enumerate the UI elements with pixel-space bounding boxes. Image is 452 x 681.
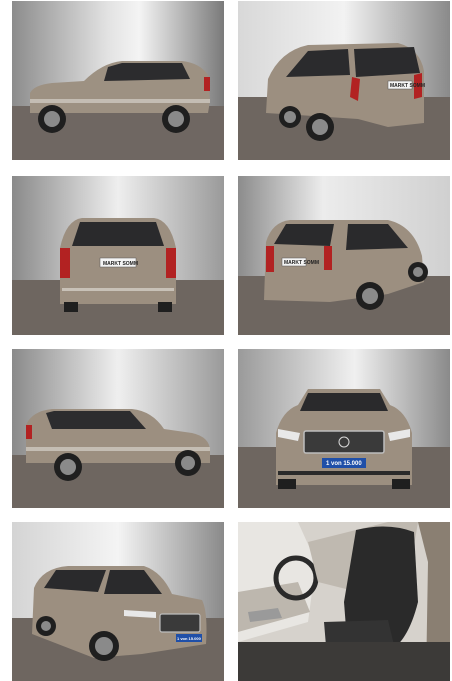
photo-side-right[interactable]	[12, 349, 224, 508]
car-front-three-quarter-image: 1 von 15.000	[12, 522, 224, 681]
photo-front[interactable]: 1 von 15.000	[238, 349, 450, 508]
photo-rear[interactable]: MARKT SOMM	[12, 176, 224, 335]
plate-text: MARKT SOMM	[103, 261, 138, 267]
photo-gallery: MARKT SOMM MARKT SOMM MARKT SOMM 1 von 1…	[0, 0, 452, 681]
photo-front-three-quarter-left[interactable]: 1 von 15.000	[12, 522, 224, 681]
photo-side-left[interactable]	[12, 1, 224, 160]
photo-rear-three-quarter-right[interactable]: MARKT SOMM	[238, 176, 450, 335]
plate-text: 1 von 15.000	[177, 636, 202, 641]
car-rear-three-quarter-image: MARKT SOMM	[238, 1, 450, 160]
car-rear-image: MARKT SOMM	[12, 176, 224, 335]
car-side-right-image	[12, 349, 224, 508]
plate-text: 1 von 15.000	[326, 461, 362, 467]
interior-image	[238, 522, 450, 681]
car-front-image: 1 von 15.000	[238, 349, 450, 508]
car-side-left-image	[12, 1, 224, 160]
car-rear-right-image: MARKT SOMM	[238, 176, 450, 335]
plate-text: MARKT SOMM	[284, 260, 319, 266]
photo-rear-three-quarter-left[interactable]: MARKT SOMM	[238, 1, 450, 160]
plate-text: MARKT SOMM	[390, 83, 425, 89]
photo-interior-driver-seat[interactable]	[238, 522, 450, 681]
